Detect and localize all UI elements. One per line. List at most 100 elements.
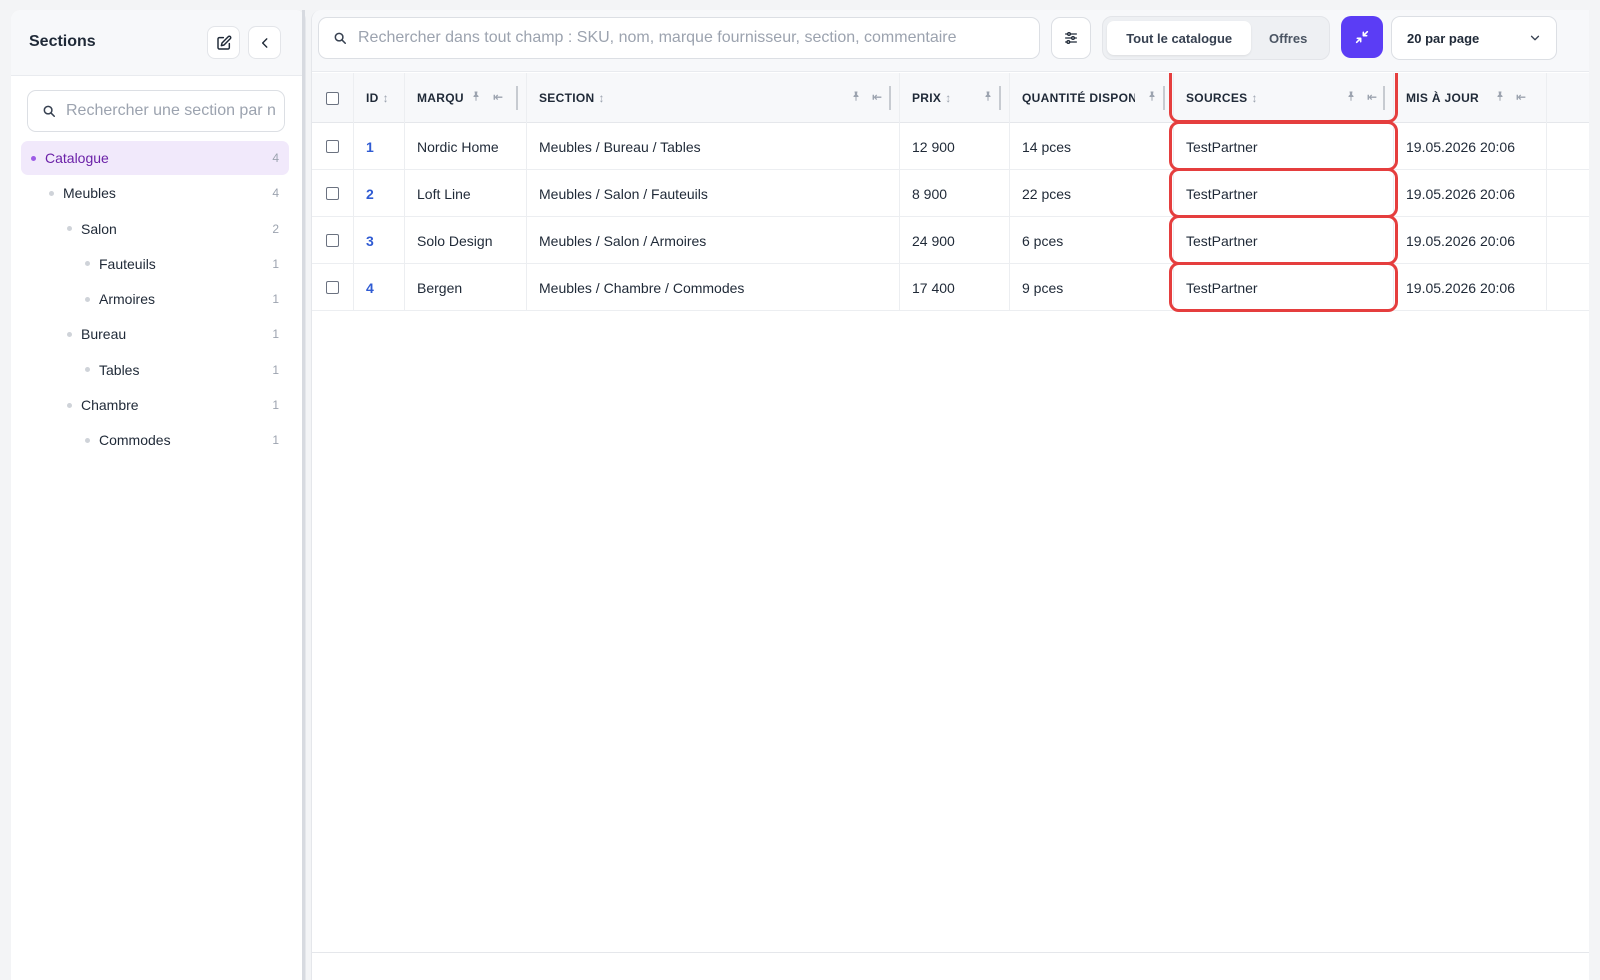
pin-icon[interactable] [1146,90,1158,102]
column-resizer[interactable] [1163,86,1165,110]
edit-sections-button[interactable] [207,26,240,59]
table-row[interactable]: 4 Bergen Meubles / Chambre / Commodes 17 40… [312,264,1589,311]
sidebar-item-salon[interactable]: Salon 2 [21,212,289,246]
tree-bullet-icon [85,261,90,267]
sidebar-resize-handle[interactable] [302,10,305,980]
pin-icon[interactable] [1494,90,1506,102]
source-cell: TestPartner [1174,170,1394,217]
column-resizer[interactable] [999,86,1001,110]
column-header-quantity[interactable]: QUANTITÉ DISPON [1010,73,1174,123]
section-search-input[interactable] [66,102,276,120]
id-link[interactable]: 4 [354,264,405,311]
quantity-cell: 9 pces [1010,264,1174,311]
select-all-cell [312,73,354,123]
column-label: SOURCES [1186,91,1248,105]
section-search-box[interactable] [27,90,285,132]
id-link[interactable]: 1 [354,123,405,170]
sort-icon[interactable]: ↕ [1251,91,1257,105]
row-select-cell [312,264,354,311]
section-cell: Meubles / Chambre / Commodes [527,264,900,311]
table-row[interactable]: 1 Nordic Home Meubles / Bureau / Tables 12 … [312,123,1589,170]
column-header-section[interactable]: SECTION ↕ ⇤ [527,73,900,123]
sidebar-item-label: Meubles [63,185,116,202]
table-row[interactable]: 2 Loft Line Meubles / Salon / Fauteuils 8 9… [312,170,1589,217]
row-checkbox[interactable] [326,140,339,153]
collapse-column-icon[interactable]: ⇤ [872,90,882,104]
section-cell: Meubles / Salon / Fauteuils [527,170,900,217]
id-link[interactable]: 2 [354,170,405,217]
sidebar-item-label: Bureau [81,326,127,343]
id-link[interactable]: 3 [354,217,405,264]
column-resizer[interactable] [889,86,891,110]
price-cell: 8 900 [900,170,1010,217]
sidebar-item-catalogue[interactable]: Catalogue 4 [21,141,289,175]
brand-cell: Solo Design [405,217,527,264]
collapse-column-icon[interactable]: ⇤ [493,90,503,104]
sort-icon[interactable]: ↕ [383,91,389,105]
sidebar-item-label: Armoires [99,291,156,308]
quantity-cell: 14 pces [1010,123,1174,170]
sidebar-item-armoires[interactable]: Armoires 1 [21,282,289,316]
table-body: 1 Nordic Home Meubles / Bureau / Tables 12 … [312,121,1589,312]
row-checkbox[interactable] [326,281,339,294]
collapse-column-icon[interactable]: ⇤ [1367,90,1377,104]
column-resizer[interactable] [1383,86,1385,110]
tree-bullet-icon [67,402,72,408]
compact-view-button[interactable] [1341,16,1383,58]
sidebar-item-tables[interactable]: Tables 1 [21,353,289,387]
sidebar-item-bureau[interactable]: Bureau 1 [21,317,289,351]
catalogue-view-switch: Tout le catalogue Offres [1102,16,1330,60]
column-header-brand[interactable]: MARQU ⇤ [405,73,527,123]
pin-icon[interactable] [850,90,862,102]
sidebar-item-meubles[interactable]: Meubles 4 [21,176,289,210]
collapse-column-icon[interactable]: ⇤ [1516,90,1526,104]
pin-icon[interactable] [1345,90,1357,102]
collapse-sidebar-button[interactable] [248,26,281,59]
global-search-input[interactable] [358,29,1038,47]
price-cell: 17 400 [900,264,1010,311]
column-label: MARQU [417,91,464,105]
brand-cell: Nordic Home [405,123,527,170]
sort-icon[interactable]: ↕ [598,91,604,105]
tree-bullet-icon [67,331,72,337]
toolbar: Tout le catalogue Offres 20 par page [312,10,1589,72]
sort-icon[interactable]: ↕ [945,91,951,105]
column-header-updated[interactable]: MIS À JOUR ⇤ [1394,73,1547,123]
row-checkbox[interactable] [326,234,339,247]
column-resizer[interactable] [516,86,518,110]
sidebar-item-label: Chambre [81,397,139,414]
products-table: ID ↕ MARQU ⇤ SECTION ↕ ⇤ PRIX ↕ QUANTITÉ DI… [312,73,1589,312]
tree-bullet-icon [85,437,90,443]
sidebar-item-count: 1 [272,256,279,271]
section-cell: Meubles / Salon / Armoires [527,217,900,264]
edit-icon [216,35,231,50]
select-all-checkbox[interactable] [326,91,339,105]
column-header-price[interactable]: PRIX ↕ [900,73,1010,123]
section-cell: Meubles / Bureau / Tables [527,123,900,170]
sidebar-item-count: 1 [272,433,279,448]
table-row[interactable]: 3 Solo Design Meubles / Salon / Armoires 24… [312,217,1589,264]
tree-bullet-icon [85,367,90,373]
source-cell: TestPartner [1174,217,1394,264]
sidebar-item-commodes[interactable]: Commodes 1 [21,423,289,457]
row-checkbox[interactable] [326,187,339,200]
filters-button[interactable] [1051,17,1091,59]
chevron-down-icon [1530,35,1540,41]
sidebar-item-count: 2 [272,221,279,236]
search-icon [43,105,56,118]
global-search-box[interactable] [318,17,1040,59]
column-header-id[interactable]: ID ↕ [354,73,405,123]
sidebar-item-chambre[interactable]: Chambre 1 [21,388,289,422]
sidebar-item-fauteuils[interactable]: Fauteuils 1 [21,247,289,281]
column-label: SECTION [539,91,595,105]
column-header-sources[interactable]: SOURCES ↕ ⇤ [1174,73,1394,123]
source-cell: TestPartner [1174,264,1394,311]
pin-icon[interactable] [470,90,482,102]
pin-icon[interactable] [982,90,994,102]
tab-offers[interactable]: Offres [1251,21,1325,55]
per-page-select[interactable]: 20 par page [1391,16,1557,60]
quantity-cell: 22 pces [1010,170,1174,217]
price-cell: 24 900 [900,217,1010,264]
sidebar-item-count: 1 [272,292,279,307]
tab-all-catalogue[interactable]: Tout le catalogue [1107,21,1252,55]
